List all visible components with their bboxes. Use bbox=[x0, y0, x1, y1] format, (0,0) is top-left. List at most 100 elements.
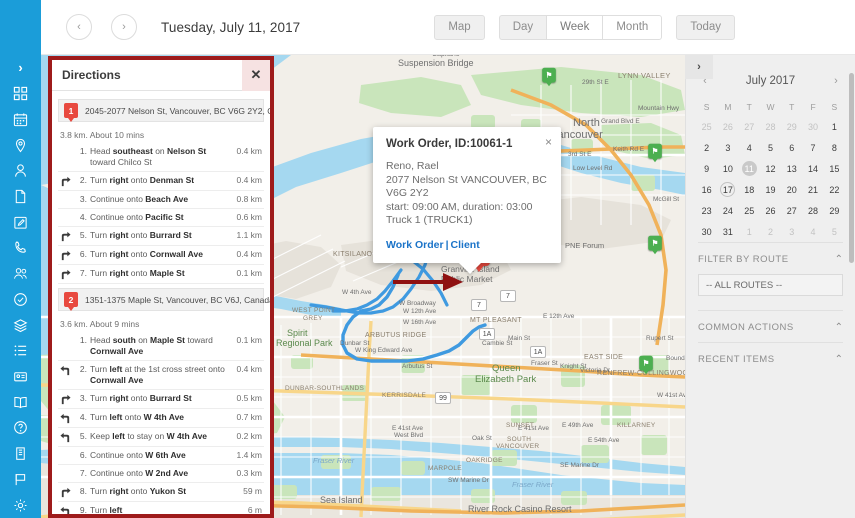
map-poi-marker[interactable]: ⚑ bbox=[542, 67, 556, 87]
sidebar-item-documents[interactable] bbox=[0, 184, 41, 210]
direction-step: 3. Turn right onto Burrard St 0.5 km bbox=[58, 390, 264, 409]
close-icon[interactable]: ✕ bbox=[242, 59, 270, 91]
sidebar-item-lists[interactable] bbox=[0, 338, 41, 364]
calendar-day-cell[interactable]: 6 bbox=[781, 137, 802, 158]
calendar-day-cell[interactable]: 28 bbox=[802, 200, 823, 221]
directions-panel[interactable]: Directions ✕ 1 2045-2077 Nelson St, Vanco… bbox=[48, 56, 274, 518]
chevron-up-icon[interactable]: ⌃ bbox=[835, 322, 843, 333]
waypoint-row[interactable]: 2 1351-1375 Maple St, Vancouver, BC V6J, … bbox=[58, 288, 270, 311]
client-link[interactable]: Client bbox=[451, 239, 480, 251]
calendar-day-cell[interactable]: 15 bbox=[824, 158, 845, 179]
recent-items-section[interactable]: RECENT ITEMS ⌃ bbox=[698, 342, 843, 374]
calendar-day-cell[interactable]: 9 bbox=[696, 158, 717, 179]
calendar-day-cell[interactable]: 26 bbox=[717, 116, 738, 137]
calendar-day-cell[interactable]: 8 bbox=[824, 137, 845, 158]
info-address: 2077 Nelson St VANCOUVER, BC V6G 2Y2 bbox=[386, 173, 547, 200]
sidebar-item-settings[interactable] bbox=[0, 492, 41, 518]
calendar-day-cell[interactable]: 30 bbox=[802, 116, 823, 137]
sidebar-item-map[interactable] bbox=[0, 132, 41, 158]
calendar-day-cell[interactable]: 17 bbox=[717, 179, 738, 200]
sidebar-item-calls[interactable] bbox=[0, 235, 41, 261]
calendar-day-cell[interactable]: 4 bbox=[739, 137, 760, 158]
map-poi-marker[interactable]: ⚑ bbox=[639, 355, 653, 375]
calendar-day-cell[interactable]: 25 bbox=[696, 116, 717, 137]
calendar-day-cell[interactable]: 10 bbox=[717, 158, 738, 179]
calendar-day-cell[interactable]: 28 bbox=[760, 116, 781, 137]
today-button[interactable]: Today bbox=[676, 14, 735, 40]
close-icon[interactable]: × bbox=[545, 136, 552, 148]
calendar-day-cell[interactable]: 2 bbox=[696, 137, 717, 158]
calendar-day-cell[interactable]: 25 bbox=[739, 200, 760, 221]
sidebar-item-work-orders[interactable] bbox=[0, 209, 41, 235]
sidebar-item-contacts[interactable] bbox=[0, 364, 41, 390]
calendar-day-cell[interactable]: 3 bbox=[717, 137, 738, 158]
chevron-up-icon[interactable]: ⌃ bbox=[835, 254, 843, 265]
tab-day[interactable]: Day bbox=[498, 14, 547, 40]
calendar-day-cell[interactable]: 1 bbox=[739, 221, 760, 242]
step-instruction: Turn right onto Denman St bbox=[90, 175, 195, 185]
calendar-day-cell[interactable]: 5 bbox=[824, 221, 845, 242]
sidebar-item-dashboard[interactable] bbox=[0, 81, 41, 107]
calendar-day-cell[interactable]: 31 bbox=[717, 221, 738, 242]
map-view-button[interactable]: Map bbox=[434, 14, 485, 40]
calendar-day-cell[interactable]: 21 bbox=[802, 179, 823, 200]
sidebar-scrollbar[interactable] bbox=[849, 73, 854, 263]
calendar-day-cell[interactable]: 29 bbox=[824, 200, 845, 221]
rail-expand-button[interactable]: › bbox=[0, 55, 41, 81]
waypoint-row[interactable]: 1 2045-2077 Nelson St, Vancouver, BC V6G … bbox=[58, 99, 270, 122]
map-poi-marker[interactable]: ⚑ bbox=[648, 143, 662, 163]
calendar-day-cell[interactable]: 27 bbox=[781, 200, 802, 221]
work-order-info-window[interactable]: Work Order, ID:10061-1 × Reno, Rael 2077… bbox=[373, 127, 561, 263]
sidebar-item-help[interactable] bbox=[0, 415, 41, 441]
calendar-day-cell[interactable]: 18 bbox=[739, 179, 760, 200]
sidebar-item-calendar[interactable] bbox=[0, 106, 41, 132]
calendar-day-cell[interactable]: 11 bbox=[739, 158, 760, 179]
tab-week[interactable]: Week bbox=[546, 14, 603, 40]
collapse-sidebar-button[interactable]: › bbox=[685, 54, 713, 79]
calendar-day-label: 31 bbox=[722, 226, 733, 237]
calendar-day-cell[interactable]: 2 bbox=[760, 221, 781, 242]
step-instruction: Continue onto Pacific St bbox=[90, 212, 184, 222]
calendar-day-cell[interactable]: 5 bbox=[760, 137, 781, 158]
calendar-day-cell[interactable]: 27 bbox=[739, 116, 760, 137]
calendar-day-cell[interactable]: 14 bbox=[802, 158, 823, 179]
sidebar-item-layers[interactable] bbox=[0, 312, 41, 338]
calendar-day-cell[interactable]: 20 bbox=[781, 179, 802, 200]
sidebar-item-company[interactable] bbox=[0, 441, 41, 467]
view-segmented-control: Day Week Month bbox=[498, 14, 663, 40]
map-poi-marker[interactable]: ⚑ bbox=[648, 235, 662, 255]
sidebar-item-teams[interactable] bbox=[0, 261, 41, 287]
calendar-day-cell[interactable]: 13 bbox=[781, 158, 802, 179]
calendar-day-cell[interactable]: 24 bbox=[717, 200, 738, 221]
calendar-day-cell[interactable]: 7 bbox=[802, 137, 823, 158]
step-maneuver-icon bbox=[60, 412, 76, 424]
calendar-day-cell[interactable]: 29 bbox=[781, 116, 802, 137]
chevron-up-icon[interactable]: ⌃ bbox=[835, 354, 843, 365]
step-instruction: Head south on Maple St toward Cornwall A… bbox=[90, 335, 213, 356]
calendar-day-cell[interactable]: 4 bbox=[802, 221, 823, 242]
calendar-day-cell[interactable]: 3 bbox=[781, 221, 802, 242]
next-day-button[interactable]: › bbox=[111, 14, 137, 40]
tab-month[interactable]: Month bbox=[602, 14, 663, 40]
sidebar-item-catalog[interactable] bbox=[0, 389, 41, 415]
sidebar-item-flags[interactable] bbox=[0, 467, 41, 493]
info-truck: Truck 1 (TRUCK1) bbox=[386, 214, 473, 226]
directions-list[interactable]: 1 2045-2077 Nelson St, Vancouver, BC V6G … bbox=[52, 91, 270, 514]
calendar-day-cell[interactable]: 26 bbox=[760, 200, 781, 221]
work-order-link[interactable]: Work Order bbox=[386, 239, 444, 251]
calendar-day-cell[interactable]: 22 bbox=[824, 179, 845, 200]
calendar-day-cell[interactable]: 1 bbox=[824, 116, 845, 137]
filter-by-route-section[interactable]: FILTER BY ROUTE ⌃ bbox=[698, 242, 843, 274]
calendar-day-cell[interactable]: 30 bbox=[696, 221, 717, 242]
common-actions-section[interactable]: COMMON ACTIONS ⌃ bbox=[698, 310, 843, 342]
calendar-day-cell[interactable]: 12 bbox=[760, 158, 781, 179]
calendar-day-cell[interactable]: 23 bbox=[696, 200, 717, 221]
route-select[interactable]: -- ALL ROUTES -- bbox=[698, 274, 843, 296]
calendar-day-cell[interactable]: 16 bbox=[696, 179, 717, 200]
sidebar-item-clients[interactable] bbox=[0, 158, 41, 184]
sidebar-item-tasks[interactable] bbox=[0, 286, 41, 312]
previous-day-button[interactable]: ‹ bbox=[66, 14, 92, 40]
calendar-day-cell[interactable]: 19 bbox=[760, 179, 781, 200]
calendar-next-month-button[interactable]: › bbox=[827, 75, 845, 87]
recent-items-label: RECENT ITEMS bbox=[698, 354, 775, 365]
